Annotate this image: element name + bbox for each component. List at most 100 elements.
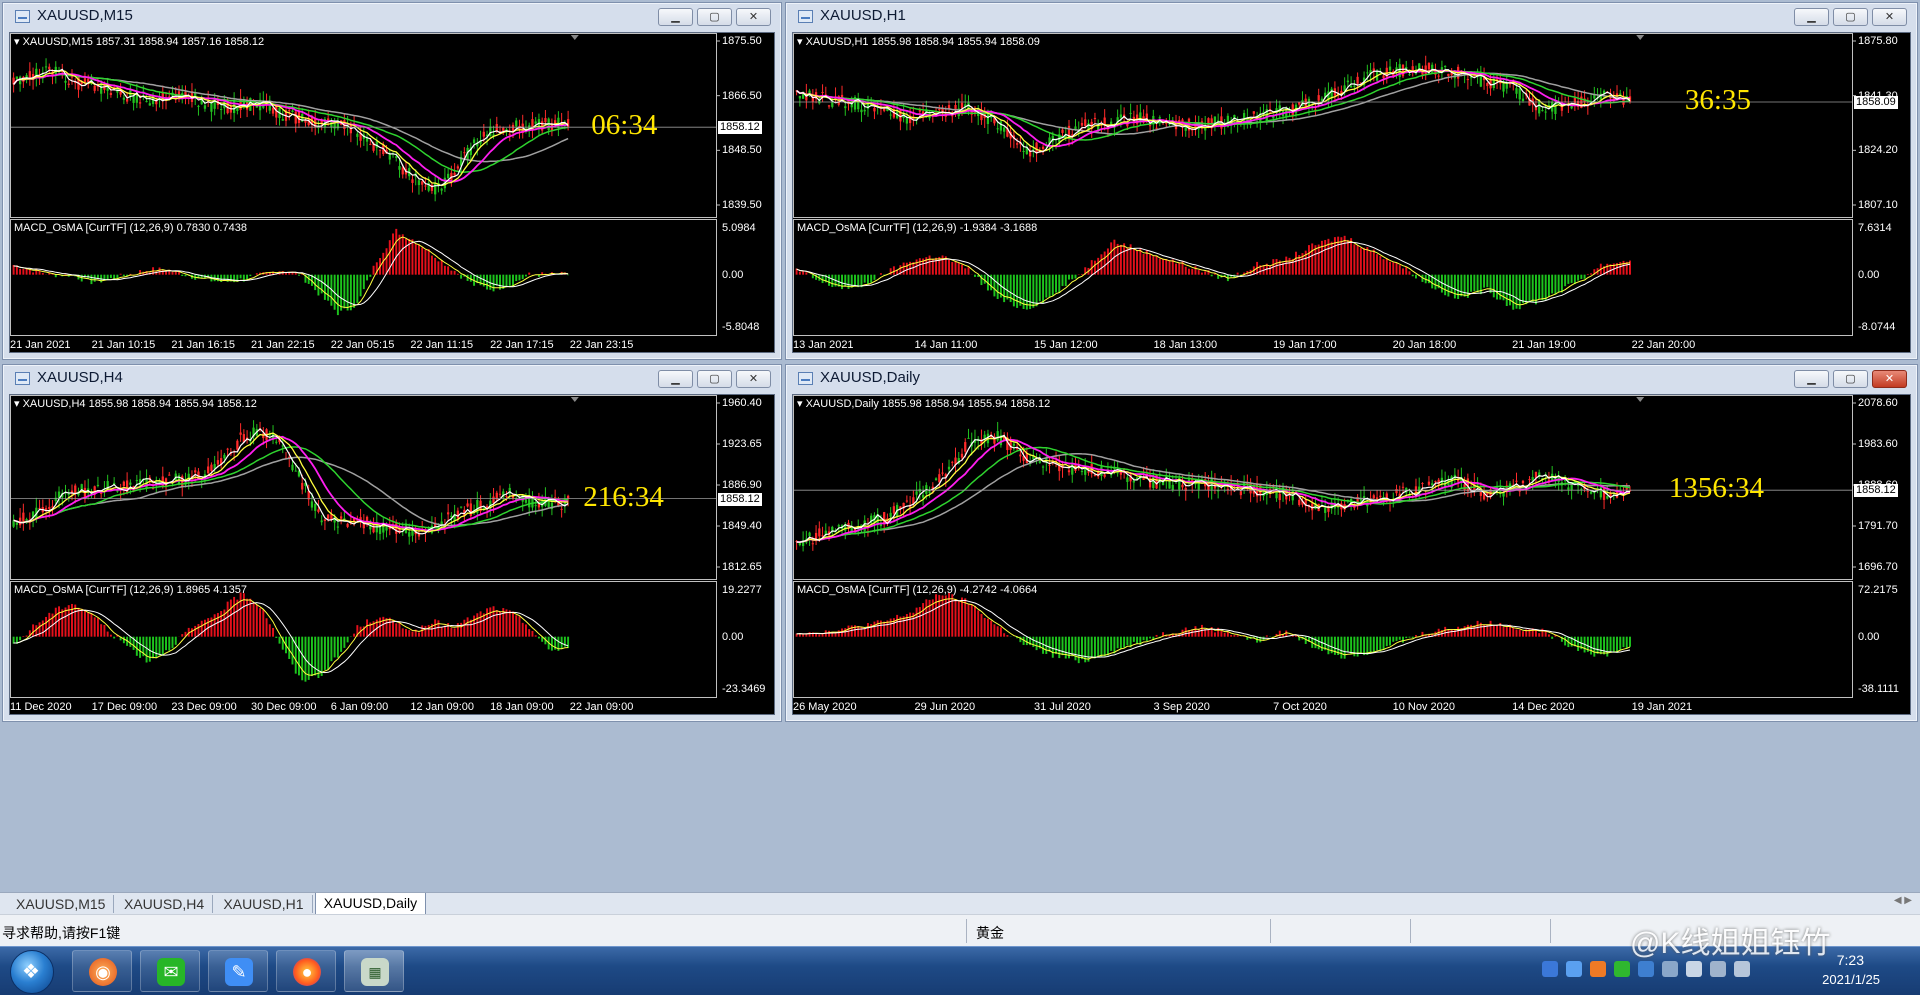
macd-bar xyxy=(415,244,417,275)
chart-window-d1[interactable]: XAUUSD,Daily ▁ ▢ ✕ ▾ XAUUSD,Daily 1855.9… xyxy=(785,364,1918,722)
time-axis-label: 22 Jan 05:15 xyxy=(331,339,395,351)
macd-bar xyxy=(1389,637,1391,646)
macd-bar xyxy=(1512,628,1514,637)
candle xyxy=(1091,455,1093,478)
macd-bar xyxy=(1603,637,1605,655)
chart-canvas[interactable]: ▾ XAUUSD,H1 1855.98 1858.94 1855.94 1858… xyxy=(792,32,1911,353)
chart-window-m15[interactable]: XAUUSD,M15 ▁ ▢ ✕ ▾ XAUUSD,M15 1857.31 18… xyxy=(2,2,782,360)
close-button[interactable]: ✕ xyxy=(736,8,771,26)
tray-signal-icon[interactable] xyxy=(1734,961,1750,977)
candle xyxy=(1022,142,1024,159)
candle xyxy=(805,531,807,544)
tab-xauusd-h1[interactable]: XAUUSD,H1 xyxy=(215,895,312,913)
tab-xauusd-daily[interactable]: XAUUSD,Daily xyxy=(315,893,426,915)
clock-time[interactable]: 7:23 xyxy=(1837,952,1864,968)
taskbar-app-button-active[interactable]: ▦ xyxy=(344,950,404,992)
candle xyxy=(217,451,219,467)
macd-bar xyxy=(1590,637,1592,655)
candle xyxy=(1356,72,1358,92)
candle xyxy=(1522,480,1524,485)
candle xyxy=(1042,145,1044,155)
macd-bar xyxy=(321,637,323,676)
minimize-button[interactable]: ▁ xyxy=(658,370,693,388)
macd-bar xyxy=(1276,259,1278,275)
chart-canvas[interactable]: ▾ XAUUSD,Daily 1855.98 1858.94 1855.94 1… xyxy=(792,394,1911,715)
candle xyxy=(1165,118,1167,128)
tray-wechat-icon[interactable] xyxy=(1614,961,1630,977)
minimize-button[interactable]: ▁ xyxy=(1794,370,1829,388)
macd-bar xyxy=(386,248,388,274)
tray-volume-icon[interactable] xyxy=(1686,961,1702,977)
window-titlebar[interactable]: XAUUSD,Daily ▁ ▢ ✕ xyxy=(786,365,1917,389)
time-axis-label: 22 Jan 09:00 xyxy=(570,701,634,713)
minimize-button[interactable]: ▁ xyxy=(1794,8,1829,26)
status-help-text: 寻求帮助,请按F1键 xyxy=(2,923,120,943)
macd-bar xyxy=(1506,275,1508,306)
macd-bar xyxy=(1052,637,1054,658)
candle xyxy=(181,85,183,103)
macd-bar xyxy=(854,275,856,286)
tab-xauusd-m15[interactable]: XAUUSD,M15 xyxy=(8,895,114,913)
macd-bar xyxy=(1363,637,1365,655)
minimize-button[interactable]: ▁ xyxy=(658,8,693,26)
tray-flag-icon[interactable] xyxy=(1662,961,1678,977)
window-titlebar[interactable]: XAUUSD,H1 ▁ ▢ ✕ xyxy=(786,3,1917,27)
clock-date[interactable]: 2021/1/25 xyxy=(1822,972,1880,987)
macd-bar xyxy=(818,634,820,636)
macd-bar xyxy=(1593,637,1595,657)
macd-bar xyxy=(1577,275,1579,281)
maximize-button[interactable]: ▢ xyxy=(1833,370,1868,388)
macd-bar xyxy=(903,263,905,275)
candle xyxy=(1129,104,1131,118)
candle xyxy=(324,117,326,133)
window-titlebar[interactable]: XAUUSD,M15 ▁ ▢ ✕ xyxy=(3,3,781,27)
candle xyxy=(1104,109,1106,130)
tray-app-icon[interactable] xyxy=(1590,961,1606,977)
close-button[interactable]: ✕ xyxy=(736,370,771,388)
macd-bar xyxy=(1347,637,1349,653)
macd-bar xyxy=(19,269,21,275)
close-button[interactable]: ✕ xyxy=(1872,8,1907,26)
chart-window-icon xyxy=(15,10,30,23)
macd-bar xyxy=(1230,635,1232,637)
tray-app-icon[interactable] xyxy=(1566,961,1582,977)
maximize-button[interactable]: ▢ xyxy=(1833,8,1868,26)
taskbar-app-button[interactable]: ✉ xyxy=(140,950,200,992)
taskbar-app-button[interactable]: ● xyxy=(276,950,336,992)
macd-bar xyxy=(1464,626,1466,636)
chart-info-line: ▾ XAUUSD,H4 1855.98 1858.94 1855.94 1858… xyxy=(14,397,257,410)
maximize-button[interactable]: ▢ xyxy=(697,8,732,26)
tray-power-icon[interactable] xyxy=(1710,961,1726,977)
tab-scroll-arrows-icon[interactable]: ◀ ▶ xyxy=(1894,895,1912,906)
chart-canvas[interactable]: ▾ XAUUSD,M15 1857.31 1858.94 1857.16 185… xyxy=(9,32,775,353)
chart-window-h4[interactable]: XAUUSD,H4 ▁ ▢ ✕ ▾ XAUUSD,H4 1855.98 1858… xyxy=(2,364,782,722)
candle xyxy=(1000,120,1002,135)
macd-bar xyxy=(1029,275,1031,309)
candle xyxy=(1577,484,1579,493)
candle xyxy=(954,448,956,474)
taskbar-app-button[interactable]: ✎ xyxy=(208,950,268,992)
bar-countdown-timer: 06:34 xyxy=(591,109,657,142)
time-axis-label: 26 May 2020 xyxy=(793,701,857,713)
macd-bar xyxy=(214,614,216,636)
maximize-button[interactable]: ▢ xyxy=(697,370,732,388)
macd-bar xyxy=(1146,637,1148,641)
tray-shield-icon[interactable] xyxy=(1638,961,1654,977)
macd-bar xyxy=(993,624,995,636)
time-axis-label: 12 Jan 09:00 xyxy=(410,701,474,713)
candle xyxy=(1480,66,1482,87)
macd-bar xyxy=(805,272,807,274)
tab-xauusd-h4[interactable]: XAUUSD,H4 xyxy=(116,895,213,913)
candle xyxy=(1438,478,1440,490)
tray-network-icon[interactable] xyxy=(1542,961,1558,977)
start-button[interactable]: ❖ xyxy=(10,950,54,994)
candle xyxy=(522,115,524,139)
close-button[interactable]: ✕ xyxy=(1872,370,1907,388)
macd-bar xyxy=(1396,263,1398,275)
window-titlebar[interactable]: XAUUSD,H4 ▁ ▢ ✕ xyxy=(3,365,781,389)
chart-canvas[interactable]: ▾ XAUUSD,H4 1855.98 1858.94 1855.94 1858… xyxy=(9,394,775,715)
macd-bar xyxy=(1065,275,1067,286)
candle xyxy=(207,458,209,476)
chart-window-h1[interactable]: XAUUSD,H1 ▁ ▢ ✕ ▾ XAUUSD,H1 1855.98 1858… xyxy=(785,2,1918,360)
taskbar-app-button[interactable]: ◉ xyxy=(72,950,132,992)
